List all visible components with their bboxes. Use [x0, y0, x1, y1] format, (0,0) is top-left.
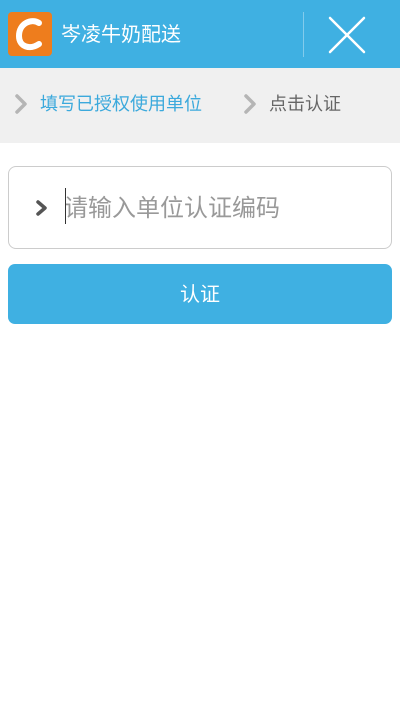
chevron-right-icon: [243, 93, 257, 115]
unit-code-field[interactable]: [8, 166, 392, 249]
header-divider: [303, 12, 304, 57]
breadcrumb-step-verify: 点击认证: [269, 94, 341, 115]
app-screen: 岑凌牛奶配送 填写已授权使用单位 点击认证 请输入单位认证编码 认证: [0, 0, 400, 720]
close-icon: [328, 16, 366, 54]
breadcrumb: 填写已授权使用单位 点击认证: [0, 68, 400, 143]
verify-button[interactable]: 认证: [8, 264, 392, 324]
close-button[interactable]: [326, 14, 368, 56]
chevron-right-icon: [35, 199, 49, 217]
unit-code-input[interactable]: [64, 187, 374, 229]
app-title: 岑凌牛奶配送: [61, 22, 181, 46]
app-logo-icon: [8, 12, 52, 56]
text-caret: [65, 188, 66, 224]
header-bar: 岑凌牛奶配送: [0, 0, 400, 68]
chevron-right-icon: [14, 93, 28, 115]
breadcrumb-step-fill-unit[interactable]: 填写已授权使用单位: [40, 92, 202, 118]
